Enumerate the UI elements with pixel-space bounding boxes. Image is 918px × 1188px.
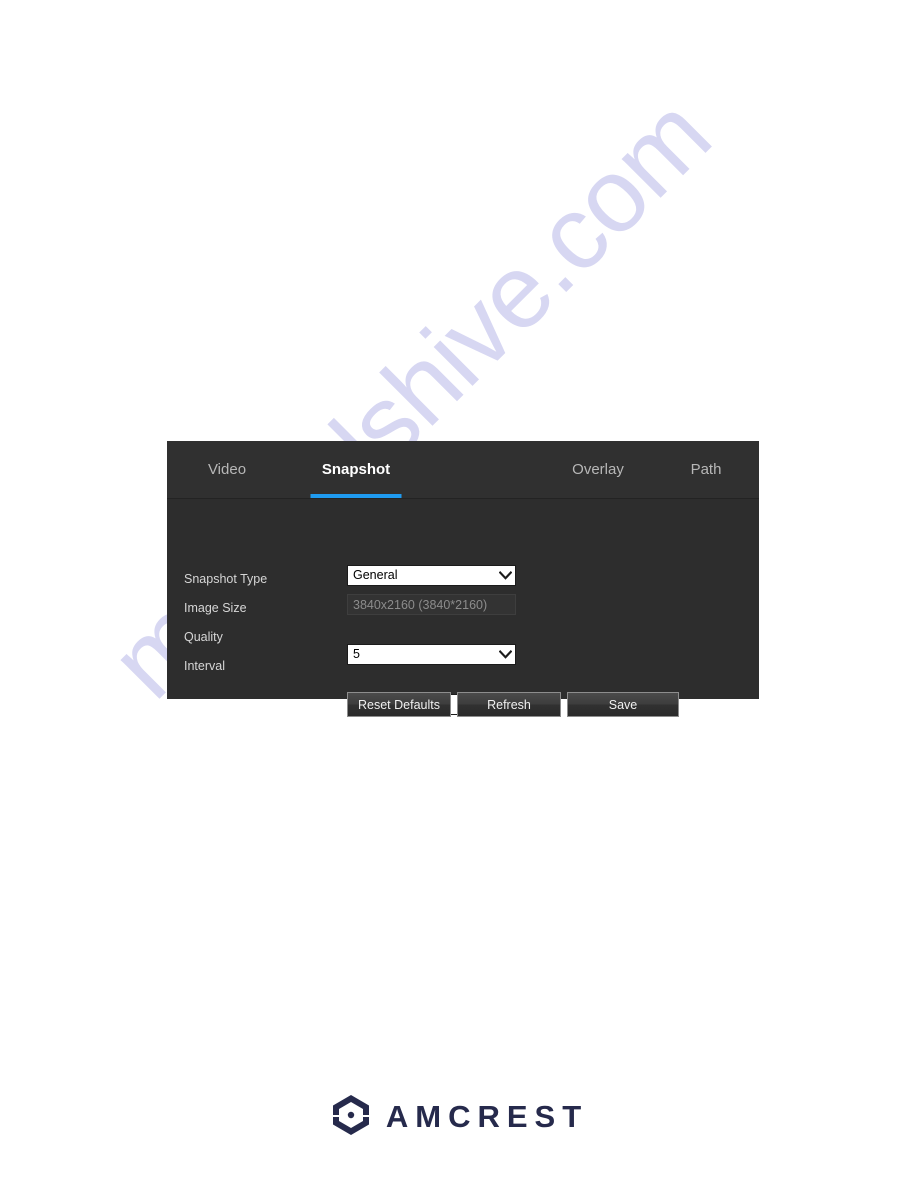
reset-defaults-label: Reset Defaults xyxy=(358,697,440,712)
snapshot-type-select[interactable]: General xyxy=(347,565,516,586)
quality-value: 5 xyxy=(353,648,360,661)
form-action-buttons: Reset Defaults Refresh Save xyxy=(347,692,679,717)
amcrest-wordmark: AMCREST xyxy=(385,1098,589,1134)
settings-tab-bar: Video Snapshot Overlay Path xyxy=(167,441,759,499)
refresh-label: Refresh xyxy=(487,697,531,712)
footer-brand: AMCREST xyxy=(0,1093,918,1137)
tab-overlay[interactable]: Overlay xyxy=(548,441,648,498)
tab-snapshot-label: Snapshot xyxy=(321,461,391,478)
label-image-size: Image Size xyxy=(184,601,247,615)
snapshot-type-value: General xyxy=(353,569,398,582)
snapshot-settings-panel: Video Snapshot Overlay Path Snapshot Typ… xyxy=(167,441,759,717)
label-quality: Quality xyxy=(184,630,223,644)
quality-select[interactable]: 5 xyxy=(347,644,516,665)
refresh-button[interactable]: Refresh xyxy=(457,692,561,717)
image-size-value: 3840x2160 (3840*2160) xyxy=(353,597,488,612)
reset-defaults-button[interactable]: Reset Defaults xyxy=(347,692,451,717)
tab-path-label: Path xyxy=(690,461,722,478)
label-snapshot-type: Snapshot Type xyxy=(184,572,268,586)
image-size-field: 3840x2160 (3840*2160) xyxy=(347,594,516,615)
chevron-down-icon xyxy=(495,650,515,659)
snapshot-form: Snapshot Type General Image Size 3840x21… xyxy=(167,499,759,717)
tab-video[interactable]: Video xyxy=(177,441,277,498)
amcrest-hexagon-icon xyxy=(332,1095,369,1135)
chevron-down-icon xyxy=(495,571,515,580)
tab-overlay-label: Overlay xyxy=(572,461,624,478)
tab-snapshot[interactable]: Snapshot xyxy=(292,441,420,498)
label-interval: Interval xyxy=(184,659,225,673)
save-button[interactable]: Save xyxy=(567,692,679,717)
save-label: Save xyxy=(608,697,638,712)
tab-video-label: Video xyxy=(207,461,247,478)
tab-path[interactable]: Path xyxy=(664,441,748,498)
